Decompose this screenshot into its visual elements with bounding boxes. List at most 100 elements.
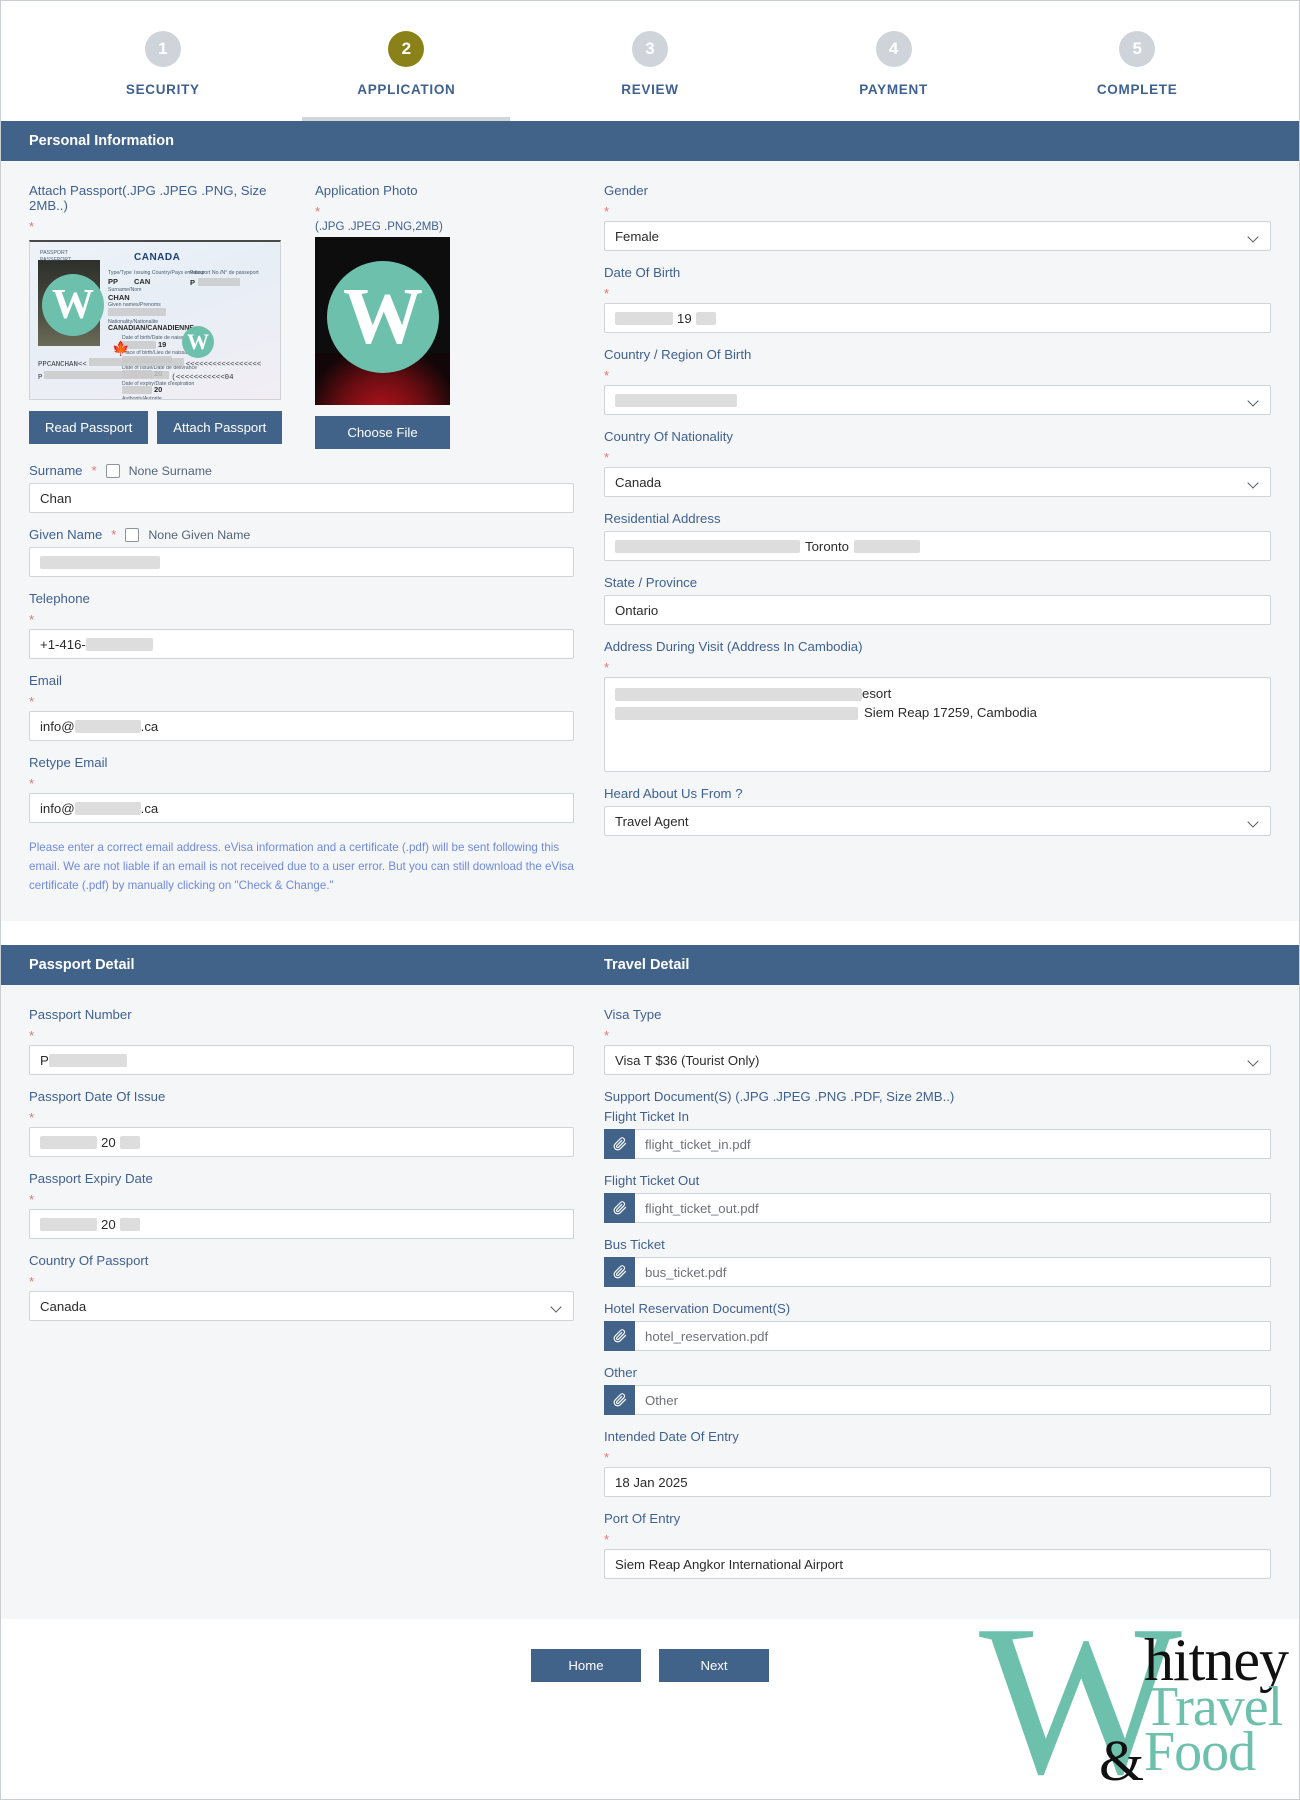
- step-number-1: 1: [145, 31, 181, 67]
- detail-panel: Passport Number* P Passport Date Of Issu…: [1, 985, 1299, 1619]
- state-province-input[interactable]: Ontario: [604, 595, 1271, 625]
- telephone-input[interactable]: +1-416-: [29, 629, 574, 659]
- step-number-2: 2: [388, 31, 424, 67]
- country-of-nationality-value: Canada: [615, 475, 661, 490]
- none-given-name-checkbox[interactable]: [125, 528, 139, 542]
- watermark-ampersand: &: [1099, 1734, 1144, 1787]
- gender-select[interactable]: Female: [604, 221, 1271, 251]
- country-of-birth-select[interactable]: [604, 385, 1271, 415]
- passport-date-of-issue-input[interactable]: 20: [29, 1127, 574, 1157]
- paperclip-icon[interactable]: [604, 1193, 635, 1223]
- bus-ticket-row[interactable]: bus_ticket.pdf: [604, 1257, 1271, 1287]
- retype-email-input[interactable]: info@ .ca: [29, 793, 574, 823]
- bus-ticket-label: Bus Ticket: [604, 1237, 1271, 1252]
- passport-button-row: Read Passport Attach Passport: [29, 411, 291, 444]
- address-during-visit-textarea[interactable]: esort Siem Reap 17259, Cambodia: [604, 677, 1271, 772]
- surname-input[interactable]: Chan: [29, 483, 574, 513]
- passport-detail-title: Passport Detail: [29, 957, 604, 973]
- step-number-3: 3: [632, 31, 668, 67]
- passport-expiry-value: 20: [154, 385, 162, 394]
- step-complete[interactable]: 5 COMPLETE: [1015, 31, 1259, 121]
- passport-type-label: Type/Type: [108, 270, 132, 276]
- required-star: *: [29, 1274, 34, 1289]
- choose-file-button[interactable]: Choose File: [315, 416, 450, 449]
- given-name-input[interactable]: [29, 547, 574, 577]
- passport-heading-1: PASSPORT: [40, 250, 68, 256]
- flight-ticket-in-row[interactable]: flight_ticket_in.pdf: [604, 1129, 1271, 1159]
- wordpress-watermark-icon-small: W: [182, 326, 214, 358]
- given-name-label-row: Given Name* None Given Name: [29, 527, 574, 542]
- email-input[interactable]: info@.ca: [29, 711, 574, 741]
- step-review[interactable]: 3 REVIEW: [528, 31, 772, 121]
- country-of-birth-redaction: [615, 394, 737, 407]
- intended-date-of-entry-input[interactable]: 18 Jan 2025: [604, 1467, 1271, 1497]
- passport-expiry-date-input[interactable]: 20: [29, 1209, 574, 1239]
- retype-email-suffix: .ca: [141, 801, 159, 816]
- residential-address-input[interactable]: Toronto: [604, 531, 1271, 561]
- dob-value: 19: [677, 311, 692, 326]
- step-underline: [790, 117, 998, 121]
- required-star: *: [111, 527, 116, 542]
- step-payment[interactable]: 4 PAYMENT: [772, 31, 1016, 121]
- retype-email-label: Retype Email: [29, 755, 574, 770]
- paperclip-icon[interactable]: [604, 1129, 635, 1159]
- other-document-row[interactable]: Other: [604, 1385, 1271, 1415]
- personal-information-panel: Attach Passport(.JPG .JPEG .PNG, Size 2M…: [1, 161, 1299, 921]
- passport-heading-2: PASSEPORT: [40, 257, 71, 263]
- passport-number-redaction: [198, 278, 240, 286]
- step-underline: [1033, 117, 1241, 121]
- required-star: *: [604, 660, 609, 675]
- passport-number-input[interactable]: P: [29, 1045, 574, 1075]
- watermark-line-travel: Travel: [1144, 1682, 1288, 1734]
- flight-ticket-out-row[interactable]: flight_ticket_out.pdf: [604, 1193, 1271, 1223]
- flight-ticket-in-filename: flight_ticket_in.pdf: [635, 1129, 1271, 1159]
- mrz-redaction-1: [89, 358, 184, 366]
- passport-expiry-redaction: [122, 386, 152, 394]
- next-button[interactable]: Next: [659, 1649, 769, 1682]
- personal-right-column: Gender* Female Date Of Birth* 19 Country…: [604, 183, 1271, 895]
- gender-value: Female: [615, 229, 659, 244]
- issue-redaction-1: [40, 1136, 97, 1149]
- mrz-line-1-fill: <<<<<<<<<<<<<<<<<: [186, 361, 261, 369]
- detail-section-header: Passport Detail Travel Detail: [1, 945, 1299, 985]
- paperclip-icon[interactable]: [604, 1321, 635, 1351]
- step-security[interactable]: 1 SECURITY: [41, 31, 285, 121]
- address-during-visit-label: Address During Visit (Address In Cambodi…: [604, 639, 1271, 654]
- step-application[interactable]: 2 APPLICATION: [285, 31, 529, 121]
- attach-passport-label: Attach Passport(.JPG .JPEG .PNG, Size 2M…: [29, 183, 291, 213]
- passport-detail-column: Passport Number* P Passport Date Of Issu…: [29, 1007, 604, 1579]
- visa-type-select[interactable]: Visa T $36 (Tourist Only): [604, 1045, 1271, 1075]
- date-of-birth-input[interactable]: 19: [604, 303, 1271, 333]
- required-star: *: [29, 776, 34, 791]
- application-photo-note: (.JPG .JPEG .PNG,2MB): [315, 221, 475, 233]
- issue-redaction-2: [120, 1136, 140, 1149]
- hotel-reservation-row[interactable]: hotel_reservation.pdf: [604, 1321, 1271, 1351]
- paperclip-icon[interactable]: [604, 1257, 635, 1287]
- mrz-line-1: PPCANCHAN<<: [38, 361, 87, 369]
- residential-address-label: Residential Address: [604, 511, 1271, 526]
- gender-label: Gender: [604, 183, 1271, 198]
- mrz-line-2-fill: (<<<<<<<<<<<04: [171, 374, 233, 382]
- heard-about-us-select[interactable]: Travel Agent: [604, 806, 1271, 836]
- required-star: *: [604, 286, 609, 301]
- progress-stepper: 1 SECURITY 2 APPLICATION 3 REVIEW 4 PAYM…: [1, 1, 1299, 121]
- paperclip-icon[interactable]: [604, 1385, 635, 1415]
- telephone-label: Telephone: [29, 591, 574, 606]
- home-button[interactable]: Home: [531, 1649, 641, 1682]
- port-of-entry-input[interactable]: Siem Reap Angkor International Airport: [604, 1549, 1271, 1579]
- visa-type-value: Visa T $36 (Tourist Only): [615, 1053, 759, 1068]
- retype-email-prefix: info@: [40, 801, 75, 816]
- none-surname-checkbox[interactable]: [106, 464, 120, 478]
- issue-value: 20: [101, 1135, 116, 1150]
- retype-email-redaction: [75, 802, 141, 815]
- read-passport-button[interactable]: Read Passport: [29, 411, 148, 444]
- country-of-nationality-select[interactable]: Canada: [604, 467, 1271, 497]
- country-of-passport-label: Country Of Passport: [29, 1253, 574, 1268]
- country-of-passport-select[interactable]: Canada: [29, 1291, 574, 1321]
- attach-passport-button[interactable]: Attach Passport: [157, 411, 282, 444]
- flight-ticket-out-filename: flight_ticket_out.pdf: [635, 1193, 1271, 1223]
- mrz-line-2: P: [38, 374, 42, 382]
- step-underline-active: [302, 117, 510, 121]
- passport-number-label: Passport No./N° de passeport: [190, 270, 259, 276]
- personal-information-title: Personal Information: [29, 133, 174, 149]
